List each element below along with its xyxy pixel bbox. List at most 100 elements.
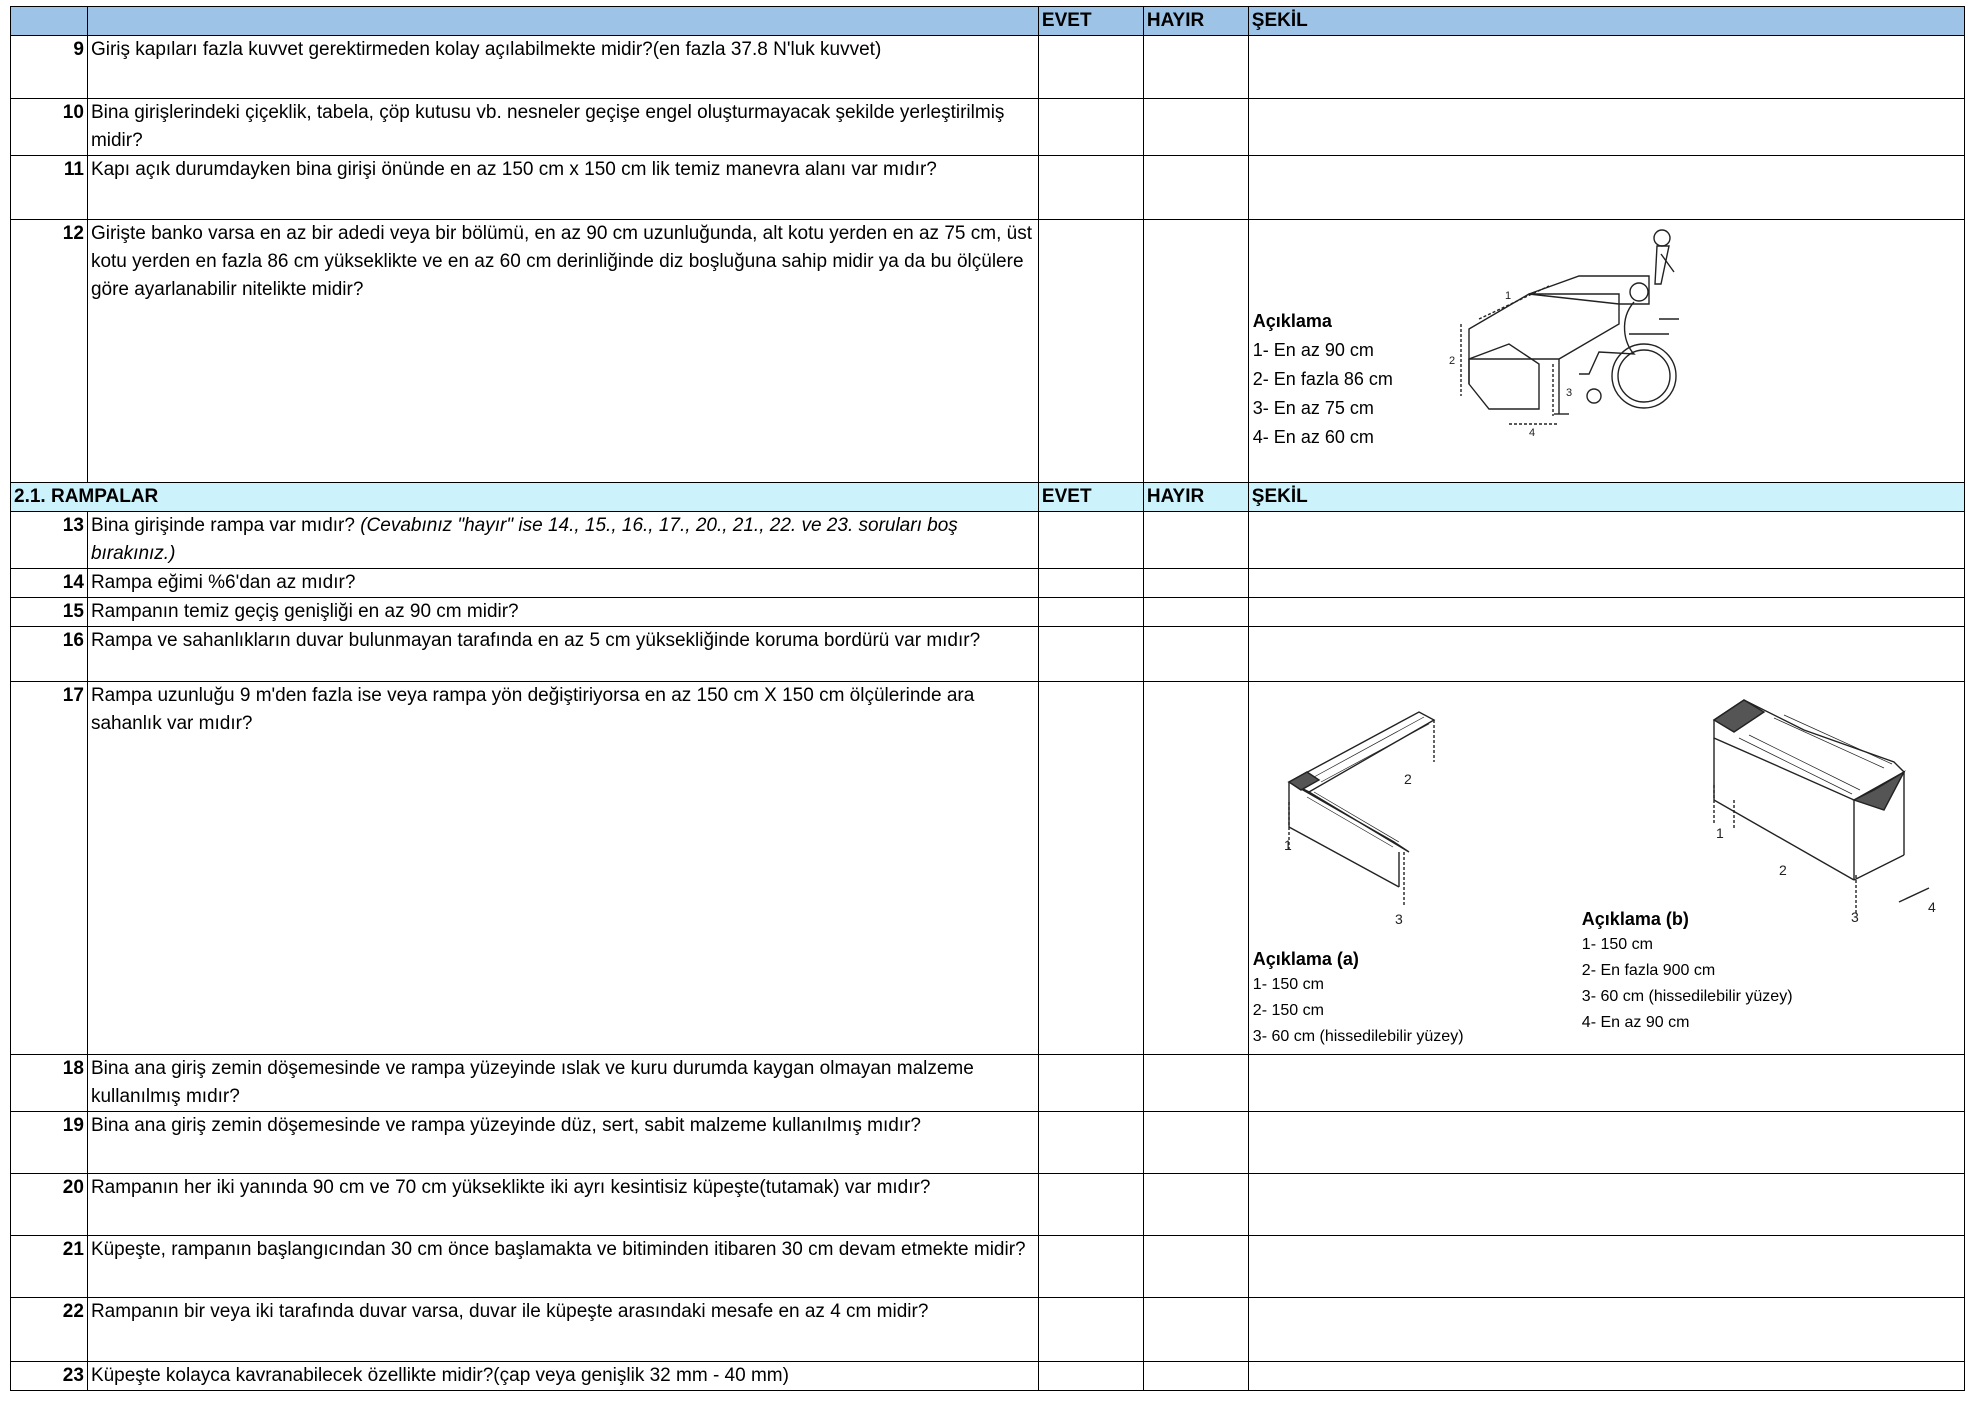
ramp-b-dim-label: 3: [1851, 909, 1859, 925]
question-text: Rampanın bir veya iki tarafında duvar va…: [86, 1297, 1039, 1362]
evet-cell[interactable]: [1037, 1297, 1144, 1362]
ramp-a-legend-item: 1- 150 cm: [1252, 976, 1324, 993]
ramp-b-legend-item: 1- 150 cm: [1581, 936, 1653, 953]
question-text: Rampa eğimi %6'dan az mıdır?: [86, 568, 1039, 598]
counter-pedestal: [1468, 343, 1540, 410]
question-text: Bina girişlerindeki çiçeklik, tabela, çö…: [86, 98, 1039, 156]
table-row: 16 Rampa ve sahanlıkların duvar bulunmay…: [10, 626, 1965, 682]
hayir-cell[interactable]: [1142, 626, 1249, 682]
question-text: Kapı açık durumdayken bina girişi önünde…: [86, 155, 1039, 220]
ramp-a-drawing: 1 2 3: [1284, 711, 1436, 927]
wheelchair-user-head: [1629, 282, 1649, 302]
counter-legend-title: Açıklama: [1252, 311, 1332, 331]
hayir-cell[interactable]: [1142, 155, 1249, 220]
question-number: 17: [10, 681, 88, 1055]
evet-cell[interactable]: [1037, 626, 1144, 682]
question-text: Giriş kapıları fazla kuvvet gerektirmede…: [86, 35, 1039, 99]
ramp-b-landing: [1712, 699, 1766, 733]
sekil-cell: [1247, 1297, 1965, 1362]
question-text: Küpeşte kolayca kavranabilecek özellikte…: [86, 1361, 1039, 1391]
question-text: Bina girişinde rampa var mıdır? (Cevabın…: [86, 511, 1039, 569]
evet-cell[interactable]: [1037, 597, 1144, 627]
question-text: Bina ana giriş zemin döşemesinde ve ramp…: [86, 1111, 1039, 1174]
hayir-cell[interactable]: [1142, 1111, 1249, 1174]
hayir-cell[interactable]: [1142, 1173, 1249, 1236]
hayir-cell[interactable]: [1142, 1361, 1249, 1391]
wheelchair-user-body: [1578, 301, 1636, 375]
sekil-cell: [1247, 98, 1965, 156]
table-row: 22 Rampanın bir veya iki tarafında duvar…: [10, 1297, 1965, 1362]
sekil-cell: [1247, 1054, 1965, 1112]
question-text: Rampa ve sahanlıkların duvar bulunmayan …: [86, 626, 1039, 682]
hayir-cell[interactable]: [1142, 597, 1249, 627]
standing-person-body: [1654, 245, 1670, 285]
question-number: 23: [10, 1361, 88, 1391]
table-row: 23 Küpeşte kolayca kavranabilecek özelli…: [10, 1361, 1965, 1391]
counter-legend-item: 2- En fazla 86 cm: [1252, 369, 1393, 389]
ramp-b-legend-item: 4- En az 90 cm: [1581, 1014, 1690, 1031]
hayir-cell[interactable]: [1142, 35, 1249, 99]
hayir-cell[interactable]: [1142, 568, 1249, 598]
ramp-a-legend-item: 3- 60 cm (hissedilebilir yüzey): [1252, 1028, 1464, 1045]
header-sekil: ŞEKİL: [1247, 6, 1965, 36]
evet-cell[interactable]: [1037, 219, 1144, 483]
counter-figure-cell: Açıklama 1- En az 90 cm 2- En fazla 86 c…: [1247, 219, 1965, 483]
ramp-figure-cell: 1 2 3 1 2 3 4 Açıklama (a) 1- 150 cm 2- …: [1247, 681, 1965, 1055]
counter-top: [1468, 293, 1620, 360]
counter-dim-label: 1: [1505, 290, 1511, 302]
question-text: Rampanın her iki yanında 90 cm ve 70 cm …: [86, 1173, 1039, 1236]
sekil-cell: [1247, 1361, 1965, 1391]
section-evet: EVET: [1037, 482, 1144, 512]
evet-cell[interactable]: [1037, 1173, 1144, 1236]
header-evet: EVET: [1037, 6, 1144, 36]
counter-dim-label: 3: [1566, 387, 1572, 399]
question-number: 20: [10, 1173, 88, 1236]
evet-cell[interactable]: [1037, 511, 1144, 569]
sekil-cell: [1247, 511, 1965, 569]
table-row: 20 Rampanın her iki yanında 90 cm ve 70 …: [10, 1173, 1965, 1236]
header-row: EVET HAYIR ŞEKİL: [10, 6, 1965, 36]
hayir-cell[interactable]: [1142, 1297, 1249, 1362]
evet-cell[interactable]: [1037, 98, 1144, 156]
evet-cell[interactable]: [1037, 1111, 1144, 1174]
evet-cell[interactable]: [1037, 1235, 1144, 1298]
hayir-cell[interactable]: [1142, 1054, 1249, 1112]
evet-cell[interactable]: [1037, 1054, 1144, 1112]
hayir-cell[interactable]: [1142, 219, 1249, 483]
table-row: 13 Bina girişinde rampa var mıdır? (Ceva…: [10, 511, 1965, 569]
ramp-b-legend-item: 3- 60 cm (hissedilebilir yüzey): [1581, 988, 1793, 1005]
ramp-a-legend-title: Açıklama (a): [1252, 949, 1359, 969]
question-text: Rampa uzunluğu 9 m'den fazla ise veya ra…: [86, 681, 1039, 1055]
ramp-a-lower-run: [1288, 781, 1410, 853]
header-blank-question: [86, 6, 1039, 36]
ramp-b-dim-label: 2: [1779, 862, 1787, 878]
sekil-cell: [1247, 597, 1965, 627]
hayir-cell[interactable]: [1142, 511, 1249, 569]
ramp-b-dim-label: 1: [1716, 825, 1724, 841]
question-text: Küpeşte, rampanın başlangıcından 30 cm ö…: [86, 1235, 1039, 1298]
hayir-cell[interactable]: [1142, 681, 1249, 1055]
counter-legend-item: 1- En az 90 cm: [1252, 340, 1374, 360]
evet-cell[interactable]: [1037, 155, 1144, 220]
counter-legend-item: 4- En az 60 cm: [1252, 427, 1374, 447]
standing-person-head: [1653, 229, 1671, 247]
evet-cell[interactable]: [1037, 35, 1144, 99]
wheelchair-wheel: [1611, 343, 1677, 409]
table-row: 18 Bina ana giriş zemin döşemesinde ve r…: [10, 1054, 1965, 1112]
ramp-a-legend: Açıklama (a) 1- 150 cm 2- 150 cm 3- 60 c…: [1253, 946, 1464, 1050]
evet-cell[interactable]: [1037, 568, 1144, 598]
question-number: 12: [10, 219, 88, 483]
table-row: 12 Girişte banko varsa en az bir adedi v…: [10, 219, 1965, 483]
evet-cell[interactable]: [1037, 681, 1144, 1055]
sekil-cell: [1247, 568, 1965, 598]
hayir-cell[interactable]: [1142, 98, 1249, 156]
table-row: 10 Bina girişlerindeki çiçeklik, tabela,…: [10, 98, 1965, 156]
question-text: Girişte banko varsa en az bir adedi veya…: [86, 219, 1039, 483]
table-row: 21 Küpeşte, rampanın başlangıcından 30 c…: [10, 1235, 1965, 1298]
hayir-cell[interactable]: [1142, 1235, 1249, 1298]
table-row: 11 Kapı açık durumdayken bina girişi önü…: [10, 155, 1965, 220]
question-number: 16: [10, 626, 88, 682]
sekil-cell: [1247, 1173, 1965, 1236]
evet-cell[interactable]: [1037, 1361, 1144, 1391]
question-main: Bina girişinde rampa var mıdır?: [90, 515, 361, 536]
